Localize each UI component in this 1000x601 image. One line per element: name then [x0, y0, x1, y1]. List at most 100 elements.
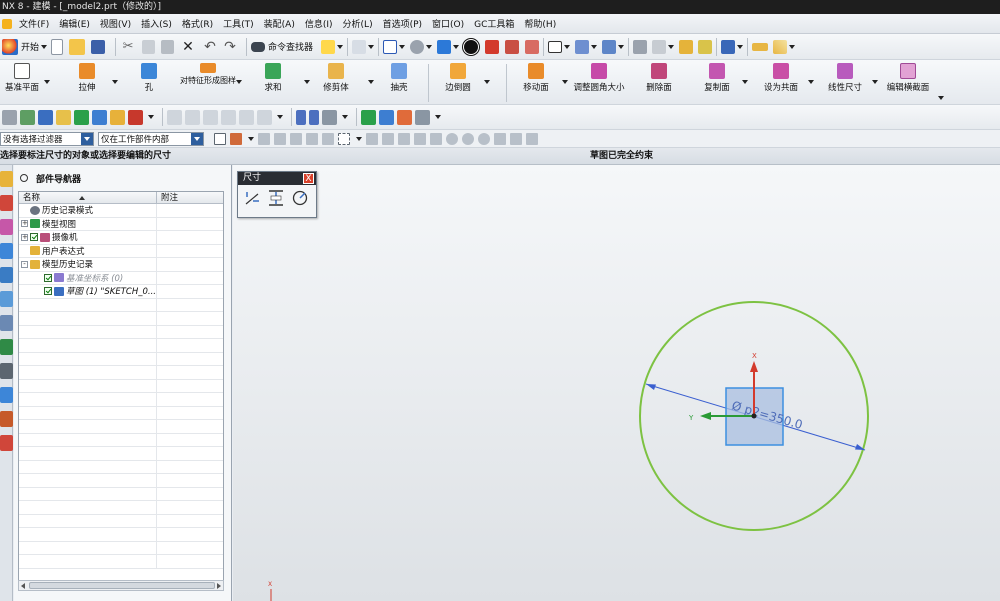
inferred-dimension-icon[interactable] [243, 189, 261, 207]
snap-point-icon[interactable] [478, 132, 490, 145]
linear-dimension-button[interactable]: 线性尺寸 [826, 62, 878, 102]
chevron-down-icon[interactable] [435, 115, 441, 119]
chevron-down-icon[interactable] [562, 80, 568, 84]
command-finder-button[interactable]: 命令查找器 [251, 37, 313, 57]
snap-control-icon[interactable] [398, 132, 410, 145]
menu-window[interactable]: 窗口(O) [427, 17, 469, 30]
reuse-library-icon[interactable] [0, 243, 13, 259]
chevron-down-icon[interactable] [112, 80, 118, 84]
snap-quadrant-icon[interactable] [446, 132, 458, 145]
chevron-down-icon[interactable] [426, 44, 433, 49]
ruler-icon[interactable] [752, 42, 769, 51]
history-icon[interactable] [0, 315, 13, 331]
auto-constraint-icon[interactable] [379, 109, 394, 125]
collapse-icon[interactable]: - [21, 260, 28, 268]
convert-reference-icon[interactable] [415, 109, 430, 125]
edge-blend-button[interactable]: 边倒圆 [440, 62, 490, 102]
assembly-navigator-icon[interactable] [0, 171, 13, 187]
visibility-checkbox[interactable] [44, 273, 52, 282]
section-cube-icon[interactable] [505, 39, 520, 54]
chevron-down-icon[interactable] [368, 44, 375, 49]
scroll-left-icon[interactable] [21, 583, 25, 589]
chevron-down-icon[interactable] [304, 80, 310, 84]
gradient-icon[interactable] [773, 39, 788, 54]
sketch-icon[interactable] [2, 109, 17, 125]
region-rule-icon[interactable] [322, 132, 334, 145]
menu-insert[interactable]: 插入(S) [136, 17, 177, 30]
undo-icon[interactable]: ↶ [202, 39, 218, 55]
unite-button[interactable]: 求和 [258, 62, 310, 102]
chevron-down-icon[interactable] [337, 44, 344, 49]
pin-icon[interactable] [20, 174, 28, 182]
chevron-down-icon[interactable] [789, 44, 796, 49]
expand-icon[interactable]: + [21, 220, 28, 228]
save-icon[interactable] [91, 39, 106, 54]
chevron-down-icon[interactable] [236, 80, 242, 84]
snap-arc-center-icon[interactable] [430, 132, 442, 145]
chevron-down-icon[interactable] [564, 44, 571, 49]
chamfer-curve-icon[interactable] [203, 109, 218, 125]
chevron-down-icon[interactable] [938, 96, 944, 100]
edit-section-button[interactable]: 编辑横截面 [884, 62, 932, 102]
fillet-curve-icon[interactable] [185, 109, 200, 125]
scroll-right-icon[interactable] [217, 583, 221, 589]
open-folder-icon[interactable] [69, 38, 86, 55]
make-coplanar-button[interactable]: 设为共面 [762, 62, 814, 102]
clip-cube-icon[interactable] [525, 39, 540, 54]
chevron-down-icon[interactable] [453, 44, 460, 49]
visibility-checkbox[interactable] [30, 233, 38, 242]
close-button[interactable]: X [303, 173, 314, 184]
select-all-icon[interactable] [214, 132, 226, 145]
rotate-view-icon[interactable] [410, 39, 425, 54]
chevron-down-icon[interactable] [342, 115, 348, 119]
chevron-down-icon[interactable] [368, 80, 374, 84]
delete-icon[interactable]: ✕ [180, 39, 196, 55]
menu-gc-toolkit[interactable]: GC工具箱 [469, 17, 519, 30]
shaded-cube-icon[interactable] [437, 39, 452, 54]
mirror-curve-icon[interactable] [257, 109, 272, 125]
chevron-down-icon[interactable] [484, 80, 490, 84]
blue-arrow-icon[interactable] [92, 109, 107, 125]
chevron-down-icon[interactable] [808, 80, 814, 84]
green-arrow-icon[interactable] [74, 109, 89, 125]
shell-button[interactable]: 抽壳 [384, 62, 414, 102]
show-constraint-icon[interactable] [397, 109, 412, 125]
constraint-icon[interactable] [361, 109, 376, 125]
constraint-navigator-icon[interactable] [0, 195, 13, 211]
snap-icon[interactable] [721, 39, 736, 54]
chevron-down-icon[interactable] [591, 44, 598, 49]
red-cube-icon[interactable] [485, 39, 500, 54]
sketch-mode-icon[interactable] [463, 38, 480, 55]
extrude-button[interactable]: 拉伸 [72, 62, 118, 102]
horizontal-scrollbar[interactable] [18, 580, 224, 591]
web-browser-icon[interactable] [0, 291, 13, 307]
part-navigator-icon[interactable] [0, 219, 13, 235]
cut-icon[interactable]: ✂ [120, 39, 136, 55]
layer-icon[interactable] [633, 39, 648, 54]
process-studio-icon[interactable] [0, 363, 13, 379]
app-icon[interactable] [2, 18, 12, 29]
copy-face-button[interactable]: 复制面 [702, 62, 748, 102]
edit-icon[interactable] [322, 109, 337, 125]
chevron-down-icon[interactable] [148, 115, 154, 119]
snap-intersection-icon[interactable] [414, 132, 426, 145]
type-filter-select[interactable]: 没有选择过滤器 [0, 131, 94, 146]
body-rule-icon[interactable] [290, 132, 302, 145]
marker-icon[interactable] [309, 109, 319, 125]
start-button[interactable]: 开始 [2, 37, 48, 57]
origin-point[interactable] [751, 413, 757, 419]
chevron-down-icon[interactable] [44, 80, 50, 84]
snap-midpoint-icon[interactable] [382, 132, 394, 145]
tree-row[interactable]: + 模型视图 [19, 217, 223, 231]
grid-icon[interactable] [38, 109, 53, 125]
snap-circle-icon[interactable] [462, 132, 474, 145]
roles-icon[interactable] [0, 411, 13, 427]
extend-curve-icon[interactable] [239, 109, 254, 125]
hd3d-tools-icon[interactable] [0, 267, 13, 283]
curve-rule-icon[interactable] [258, 132, 270, 145]
measure-icon[interactable] [698, 39, 713, 54]
snap-on-curve-icon[interactable] [510, 132, 522, 145]
new-file-icon[interactable] [51, 38, 64, 55]
radial-dimension-icon[interactable] [291, 189, 309, 207]
datum-plane-button[interactable]: 基准平面 [2, 62, 50, 102]
